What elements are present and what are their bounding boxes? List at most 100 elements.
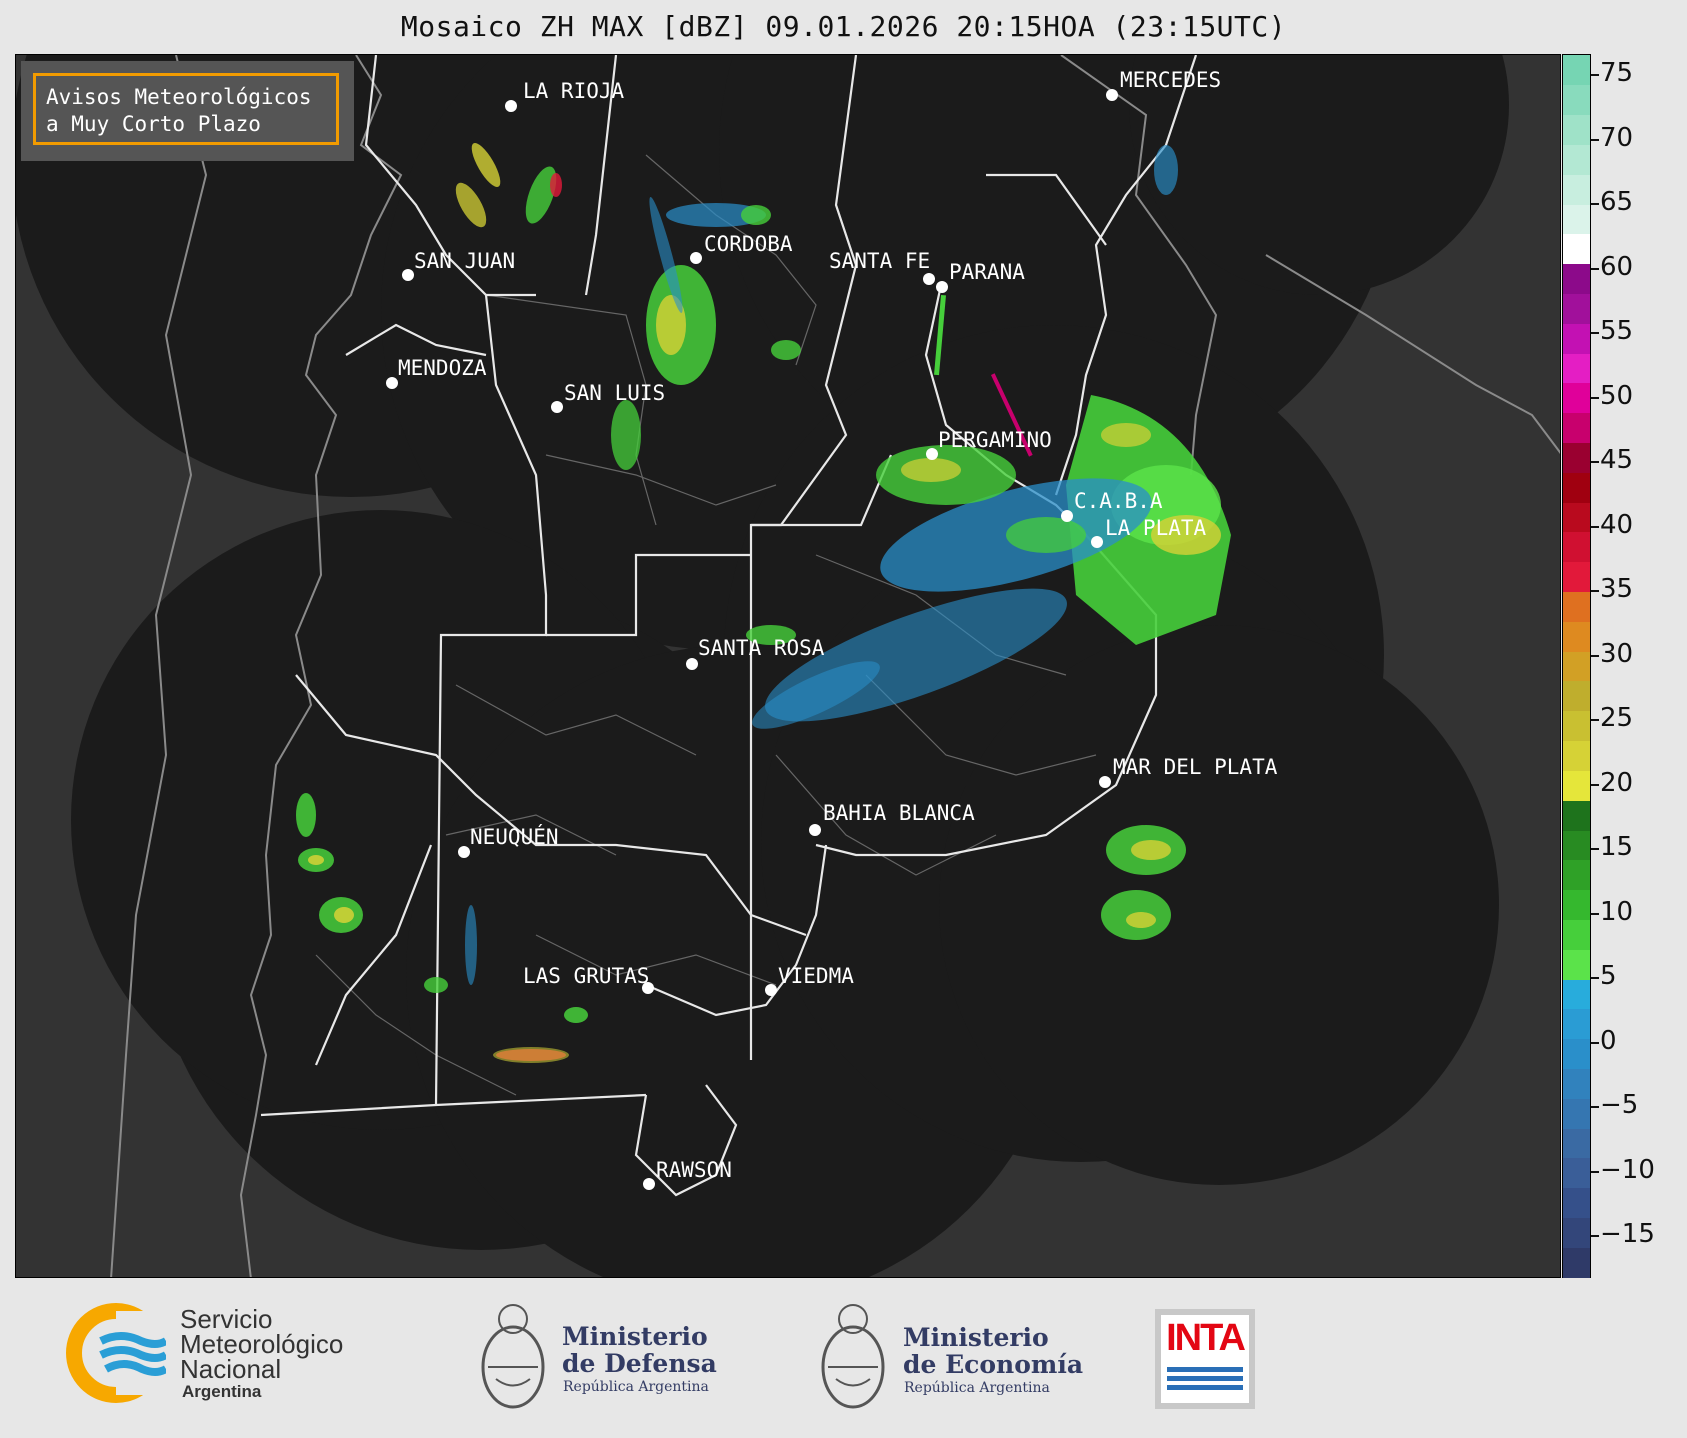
city-label-rawson: RAWSON bbox=[656, 1158, 732, 1182]
city-dot-cordoba bbox=[690, 252, 702, 264]
city-dot-la-rioja bbox=[505, 100, 517, 112]
warning-line-1: Avisos Meteorológicos bbox=[46, 85, 312, 109]
colorbar-segment bbox=[1563, 263, 1590, 295]
colorbar-segment bbox=[1563, 1157, 1590, 1189]
colorbar-tick-label: 40 bbox=[1600, 509, 1634, 540]
colorbar-tick-label: 45 bbox=[1600, 445, 1634, 475]
colorbar-tick bbox=[1591, 525, 1599, 528]
defensa-crest-icon bbox=[478, 1297, 548, 1415]
colorbar-segment bbox=[1563, 114, 1590, 145]
colorbar-segment bbox=[1563, 1247, 1590, 1278]
colorbar-segment bbox=[1563, 829, 1590, 861]
economia-line-3: República Argentina bbox=[904, 1380, 1050, 1396]
colorbar-tick-label: −10 bbox=[1600, 1154, 1655, 1185]
map-title: Mosaico ZH MAX [dBZ] 09.01.2026 20:15HOA… bbox=[400, 10, 1287, 43]
colorbar-tick-label: 70 bbox=[1600, 122, 1634, 153]
smn-logo bbox=[66, 1303, 169, 1403]
colorbar-segment bbox=[1563, 1098, 1590, 1129]
smn-emblem-icon bbox=[66, 1303, 169, 1403]
colorbar-tick-label: 10 bbox=[1600, 896, 1634, 927]
city-label-neuquen: NEUQUÉN bbox=[470, 825, 559, 849]
colorbar-segment bbox=[1563, 889, 1590, 920]
city-dot-san-juan bbox=[402, 269, 414, 281]
colorbar-tick-label: −15 bbox=[1600, 1219, 1655, 1249]
colorbar-segment bbox=[1563, 1187, 1590, 1218]
colorbar-segment bbox=[1563, 949, 1590, 980]
city-dot-mercedes bbox=[1106, 89, 1118, 101]
colorbar-tick bbox=[1591, 396, 1599, 399]
city-label-santa-fe: SANTA FE bbox=[829, 249, 931, 273]
city-dot-bahia-blanca bbox=[809, 824, 821, 836]
colorbar-segment bbox=[1563, 323, 1590, 354]
colorbar-tick bbox=[1591, 138, 1599, 141]
colorbar-segment bbox=[1563, 591, 1590, 622]
colorbar-tick-label: 75 bbox=[1600, 58, 1634, 88]
warning-box[interactable]: Avisos Meteorológicos a Muy Corto Plazo bbox=[33, 73, 339, 145]
colorbar-segment bbox=[1563, 978, 1590, 1010]
city-label-mercedes: MERCEDES bbox=[1120, 68, 1222, 92]
colorbar-segment bbox=[1563, 174, 1590, 205]
colorbar-segment bbox=[1563, 293, 1590, 324]
city-label-la-rioja: LA RIOJA bbox=[523, 79, 625, 103]
colorbar-segment bbox=[1563, 531, 1590, 563]
colorbar-tick bbox=[1591, 977, 1599, 979]
smn-line-3: Nacional bbox=[180, 1354, 282, 1384]
colorbar-segment bbox=[1563, 770, 1590, 801]
colorbar-segment bbox=[1563, 412, 1590, 444]
colorbar-segment bbox=[1563, 621, 1590, 652]
colorbar-tick-label: 50 bbox=[1600, 380, 1634, 411]
defensa-line-1: Ministerio bbox=[562, 1322, 708, 1351]
colorbar-segment bbox=[1563, 382, 1590, 414]
city-dot-san-luis bbox=[551, 401, 563, 413]
radar-map[interactable]: Avisos Meteorológicos a Muy Corto Plazo … bbox=[15, 54, 1561, 1278]
city-label-mendoza: MENDOZA bbox=[398, 356, 487, 380]
colorbar-segment bbox=[1563, 800, 1590, 831]
colorbar-segment bbox=[1563, 859, 1590, 891]
colorbar-tick bbox=[1591, 332, 1599, 334]
colorbar-tick-label: −5 bbox=[1600, 1090, 1639, 1120]
city-label-las-grutas: LAS GRUTAS bbox=[523, 964, 650, 988]
colorbar-segment bbox=[1563, 1038, 1590, 1069]
colorbar-segment bbox=[1563, 919, 1590, 950]
colorbar-segment bbox=[1563, 472, 1590, 503]
city-label-la-plata: LA PLATA bbox=[1105, 516, 1207, 540]
colorbar-segment bbox=[1563, 55, 1590, 86]
colorbar-tick-label: 0 bbox=[1600, 1025, 1617, 1056]
city-label-santa-rosa: SANTA ROSA bbox=[698, 636, 825, 660]
colorbar-tick bbox=[1591, 267, 1599, 270]
city-label-caba: C.A.B.A bbox=[1074, 489, 1163, 513]
colorbar-tick-label: 55 bbox=[1600, 316, 1634, 346]
colorbar-tick bbox=[1591, 1041, 1599, 1044]
colorbar-tick-label: 15 bbox=[1600, 832, 1634, 862]
colorbar-segment bbox=[1563, 233, 1590, 265]
city-label-cordoba: CORDOBA bbox=[704, 232, 793, 256]
colorbar-segment bbox=[1563, 651, 1590, 682]
colorbar-segment bbox=[1563, 710, 1590, 742]
colorbar-segment bbox=[1563, 1127, 1590, 1159]
colorbar-tick bbox=[1591, 203, 1599, 205]
city-label-san-juan: SAN JUAN bbox=[414, 249, 516, 273]
city-dot-neuquen bbox=[458, 846, 470, 858]
smn-line-4: Argentina bbox=[182, 1382, 262, 1401]
colorbar-tick-label: 30 bbox=[1600, 638, 1634, 669]
colorbar-segment bbox=[1563, 204, 1590, 235]
colorbar-tick bbox=[1591, 1170, 1599, 1173]
colorbar-tick-label: 35 bbox=[1600, 574, 1634, 604]
colorbar-segment bbox=[1563, 84, 1590, 116]
colorbar-segment bbox=[1563, 144, 1590, 175]
city-label-bahia-blanca: BAHIA BLANCA bbox=[823, 801, 975, 825]
colorbar-tick bbox=[1591, 590, 1599, 592]
colorbar-tick-label: 60 bbox=[1600, 251, 1634, 282]
footer-logos: Servicio Meteorológico Nacional Argentin… bbox=[0, 1279, 1687, 1438]
city-dot-viedma bbox=[765, 984, 777, 996]
warning-line-2: a Muy Corto Plazo bbox=[46, 112, 261, 136]
economia-crest-icon bbox=[818, 1297, 888, 1415]
dbz-colorbar bbox=[1562, 54, 1591, 1278]
colorbar-tick-label: 20 bbox=[1600, 767, 1634, 798]
economia-line-1: Ministerio bbox=[903, 1323, 1049, 1352]
colorbar-segment bbox=[1563, 1217, 1590, 1248]
colorbar-segment bbox=[1563, 442, 1590, 473]
colorbar-segment bbox=[1563, 353, 1590, 384]
city-dot-la-plata bbox=[1091, 536, 1103, 548]
colorbar-tick bbox=[1591, 654, 1599, 657]
